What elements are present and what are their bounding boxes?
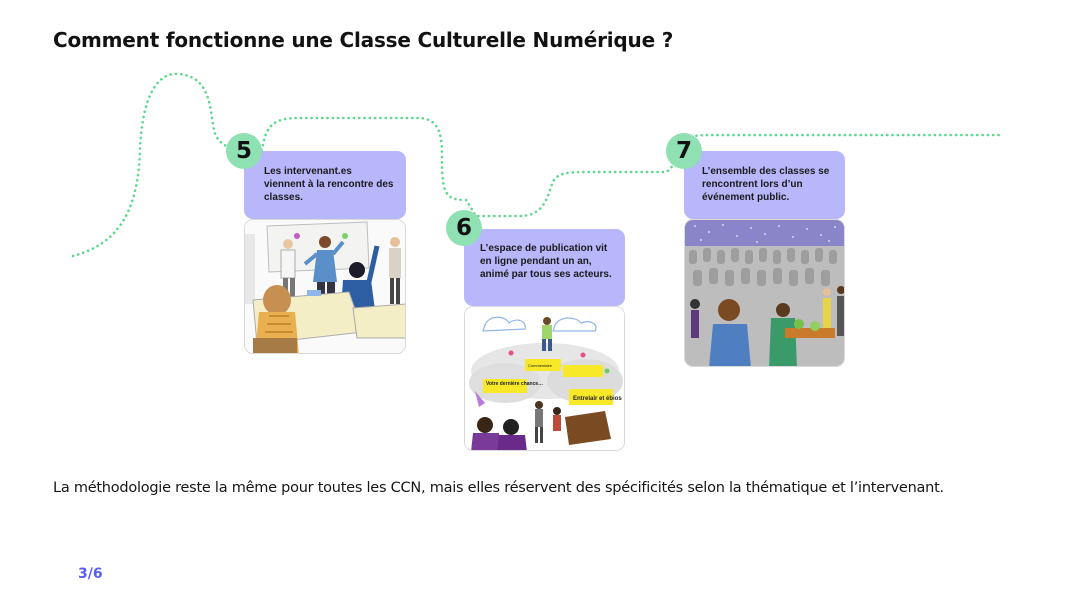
publication-space-illustration: Votre dernière chance… Entrelair et ébio… — [464, 306, 625, 451]
note-label-3: Commentaire — [528, 363, 553, 368]
step-6-badge: 6 — [446, 210, 482, 246]
footer-text: La méthodologie reste la même pour toute… — [53, 480, 944, 496]
classroom-illustration — [244, 219, 406, 354]
note-label-2: Entrelair et ébios — [573, 396, 622, 402]
step-5-badge: 5 — [226, 133, 262, 169]
public-event-illustration — [684, 219, 845, 367]
step-7-badge: 7 — [666, 133, 702, 169]
step-7-text-box: L’ensemble des classes se rencontrent lo… — [684, 151, 845, 219]
page-indicator: 3/6 — [78, 566, 103, 582]
note-label-1: Votre dernière chance… — [486, 381, 543, 387]
step-6-text: L’espace de publication vit en ligne pen… — [480, 243, 612, 280]
step-7-text: L’ensemble des classes se rencontrent lo… — [702, 166, 830, 203]
step-5-text-box: Les intervenant.es viennent à la rencont… — [244, 151, 406, 219]
step-5-text: Les intervenant.es viennent à la rencont… — [264, 166, 394, 203]
step-6-text-box: L’espace de publication vit en ligne pen… — [464, 229, 625, 306]
